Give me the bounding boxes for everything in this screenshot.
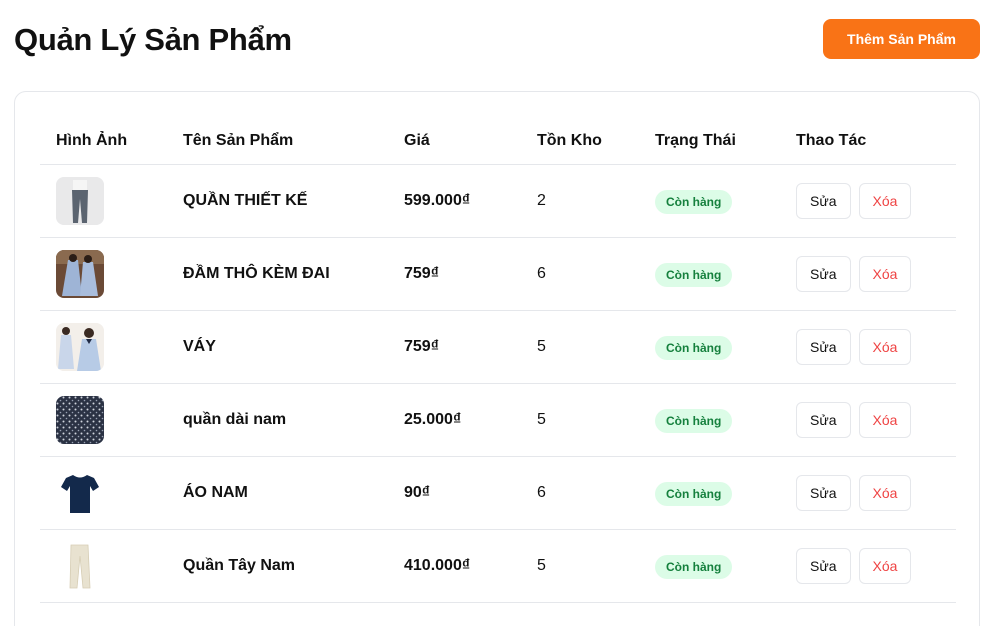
actions-cell: Sửa Xóa: [796, 311, 912, 383]
product-thumbnail: [56, 250, 104, 298]
actions-cell: Sửa Xóa: [796, 457, 912, 529]
thumb-cell: [56, 457, 104, 529]
delete-button[interactable]: Xóa: [858, 183, 912, 219]
product-price: 759₫: [404, 265, 439, 282]
col-header-image: Hình Ảnh: [56, 132, 128, 149]
table-row: ÁO NAM 90₫ 6 Còn hàng Sửa Xóa: [40, 457, 956, 530]
col-header-name: Tên Sản Phẩm: [183, 132, 294, 149]
product-price: 90₫: [404, 484, 431, 501]
product-thumbnail: [56, 177, 104, 225]
status-badge: Còn hàng: [655, 336, 733, 360]
delete-button[interactable]: Xóa: [858, 256, 912, 292]
thumb-cell: [56, 165, 104, 237]
thumb-cell: [56, 311, 104, 383]
delete-button[interactable]: Xóa: [858, 475, 912, 511]
product-stock: 5: [537, 557, 546, 574]
product-stock: 6: [537, 265, 546, 282]
status-badge: Còn hàng: [655, 263, 733, 287]
tshirt-navy-photo-icon: [56, 469, 104, 517]
actions-cell: Sửa Xóa: [796, 530, 912, 602]
status-badge: Còn hàng: [655, 555, 733, 579]
col-header-actions: Thao Tác: [796, 132, 867, 149]
table-header: Hình Ảnh Tên Sản Phẩm Giá Tồn Kho Trạng …: [40, 122, 956, 165]
edit-button[interactable]: Sửa: [796, 402, 851, 438]
col-header-price: Giá: [404, 132, 430, 149]
product-thumbnail: [56, 469, 104, 517]
edit-button[interactable]: Sửa: [796, 183, 851, 219]
product-name: ĐẦM THÔ KÈM ĐAI: [183, 265, 330, 282]
product-name: quần dài nam: [183, 411, 287, 428]
col-header-status: Trạng Thái: [655, 132, 736, 149]
status-cell: Còn hàng: [655, 165, 733, 237]
delete-button[interactable]: Xóa: [858, 548, 912, 584]
table-row: quần dài nam 25.000₫ 5 Còn hàng Sửa Xóa: [40, 384, 956, 457]
product-price: 410.000₫: [404, 557, 471, 574]
edit-button[interactable]: Sửa: [796, 256, 851, 292]
actions-cell: Sửa Xóa: [796, 238, 912, 310]
product-name: Quần Tây Nam: [183, 557, 296, 574]
status-badge: Còn hàng: [655, 482, 733, 506]
thumb-cell: [56, 238, 104, 310]
product-price: 759₫: [404, 338, 439, 355]
actions-cell: Sửa Xóa: [796, 165, 912, 237]
edit-button[interactable]: Sửa: [796, 329, 851, 365]
product-table: Hình Ảnh Tên Sản Phẩm Giá Tồn Kho Trạng …: [40, 122, 956, 603]
dress-light-blue-photo-icon: [56, 323, 104, 371]
add-product-button[interactable]: Thêm Sản Phẩm: [823, 19, 980, 59]
product-stock: 6: [537, 484, 546, 501]
table-row: VÁY 759₫ 5 Còn hàng Sửa Xóa: [40, 311, 956, 384]
thumb-cell: [56, 384, 104, 456]
fabric-pattern-photo-icon: [56, 396, 104, 444]
page-title: Quản Lý Sản Phẩm: [14, 22, 292, 57]
product-thumbnail: [56, 396, 104, 444]
status-cell: Còn hàng: [655, 384, 733, 456]
dress-blue-floral-photo-icon: [56, 250, 104, 298]
product-name: ÁO NAM: [183, 484, 248, 501]
product-price: 25.000₫: [404, 411, 462, 428]
actions-cell: Sửa Xóa: [796, 384, 912, 456]
status-badge: Còn hàng: [655, 409, 733, 433]
product-name: VÁY: [183, 338, 216, 355]
product-stock: 2: [537, 192, 546, 209]
status-cell: Còn hàng: [655, 238, 733, 310]
pants-grey-photo-icon: [56, 177, 104, 225]
edit-button[interactable]: Sửa: [796, 548, 851, 584]
product-stock: 5: [537, 411, 546, 428]
product-thumbnail: [56, 542, 104, 590]
product-price: 599.000₫: [404, 192, 471, 209]
edit-button[interactable]: Sửa: [796, 475, 851, 511]
product-name: QUẦN THIẾT KẾ: [183, 192, 308, 209]
table-row: Quần Tây Nam 410.000₫ 5 Còn hàng Sửa Xóa: [40, 530, 956, 603]
table-row: QUẦN THIẾT KẾ 599.000₫ 2 Còn hàng Sửa Xó…: [40, 165, 956, 238]
col-header-stock: Tồn Kho: [537, 132, 602, 149]
product-stock: 5: [537, 338, 546, 355]
delete-button[interactable]: Xóa: [858, 329, 912, 365]
status-badge: Còn hàng: [655, 190, 733, 214]
thumb-cell: [56, 530, 104, 602]
product-table-card: Hình Ảnh Tên Sản Phẩm Giá Tồn Kho Trạng …: [14, 91, 980, 626]
product-thumbnail: [56, 323, 104, 371]
trousers-beige-photo-icon: [56, 542, 104, 590]
status-cell: Còn hàng: [655, 457, 733, 529]
status-cell: Còn hàng: [655, 530, 733, 602]
delete-button[interactable]: Xóa: [858, 402, 912, 438]
table-row: ĐẦM THÔ KÈM ĐAI 759₫ 6 Còn hàng Sửa Xóa: [40, 238, 956, 311]
status-cell: Còn hàng: [655, 311, 733, 383]
